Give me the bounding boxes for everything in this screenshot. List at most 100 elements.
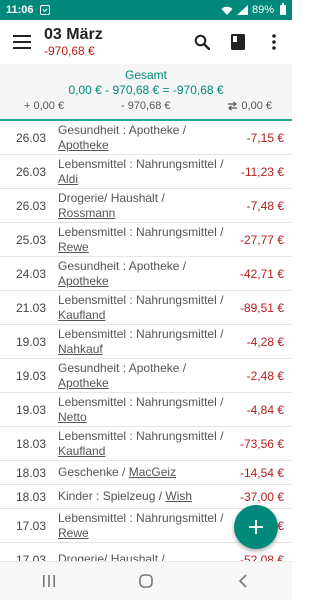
- transaction-category: Lebensmittel : Nahrungsmittel / Netto: [58, 394, 224, 424]
- summary-title: Gesamt: [124, 68, 167, 82]
- transaction-row[interactable]: 26.03 Drogerie/ Haushalt / Rossmann -7,48…: [0, 189, 292, 223]
- transaction-row[interactable]: 19.03 Lebensmittel : Nahrungsmittel / Na…: [0, 325, 292, 359]
- transaction-date: 21.03: [16, 300, 47, 315]
- transaction-amount: -4,28 €: [246, 334, 284, 349]
- summary-expense: - 970,68 €: [120, 100, 171, 112]
- transaction-payee[interactable]: Nahkauf: [58, 342, 103, 356]
- transaction-amount: -14,54 €: [239, 465, 284, 480]
- summary-income: + 0,00 €: [24, 100, 65, 112]
- recents-icon: [42, 575, 55, 587]
- page-subtitle-total: -970,68 €: [44, 44, 95, 58]
- nav-home-button[interactable]: [116, 562, 176, 600]
- transaction-row[interactable]: 25.03 Lebensmittel : Nahrungsmittel / Re…: [0, 223, 292, 257]
- transaction-payee[interactable]: Kaufland: [58, 308, 105, 322]
- transaction-row[interactable]: 19.03 Lebensmittel : Nahrungsmittel / Ne…: [0, 393, 292, 427]
- transaction-date: 18.03: [16, 465, 47, 480]
- transaction-amount: -37,00 €: [239, 489, 284, 504]
- transaction-date: 19.03: [16, 334, 47, 349]
- transaction-amount: -73,56 €: [239, 436, 284, 451]
- transaction-payee[interactable]: Netto: [58, 410, 87, 424]
- status-time: 11:06: [6, 4, 34, 16]
- transaction-row[interactable]: 19.03 Gesundheit : Apotheke / Apotheke -2…: [0, 359, 292, 393]
- transaction-category: Lebensmittel : Nahrungsmittel / Rewe: [58, 510, 224, 540]
- notification-icon: [39, 5, 50, 15]
- nav-recents-button[interactable]: [19, 562, 79, 600]
- menu-button[interactable]: [0, 20, 44, 64]
- transaction-row[interactable]: 18.03 Lebensmittel : Nahrungsmittel / Ka…: [0, 427, 292, 461]
- transaction-date: 17.03: [16, 518, 47, 533]
- transaction-amount: -11,23 €: [240, 164, 284, 179]
- menu-icon: [13, 35, 31, 49]
- transaction-date: 26.03: [16, 130, 47, 145]
- search-icon: [194, 34, 210, 50]
- more-vert-icon: [272, 34, 276, 50]
- summary-transfer: 0,00 €: [227, 98, 272, 114]
- app-bar-actions: [184, 20, 292, 64]
- transaction-row[interactable]: 26.03 Gesundheit : Apotheke / Apotheke -7…: [0, 121, 292, 155]
- transaction-category: Drogerie/ Haushalt / Rossmann: [58, 190, 165, 220]
- transaction-category: Lebensmittel : Nahrungsmittel / Kaufland: [58, 428, 224, 458]
- signal-icon: [236, 5, 248, 15]
- transaction-payee[interactable]: Rossmann: [58, 206, 115, 220]
- transaction-category: Gesundheit : Apotheke / Apotheke: [58, 122, 187, 152]
- transaction-date: 19.03: [16, 368, 47, 383]
- transaction-date: 19.03: [16, 402, 47, 417]
- book-button[interactable]: [220, 20, 256, 64]
- transaction-date: 26.03: [16, 164, 47, 179]
- search-button[interactable]: [184, 20, 220, 64]
- title-block[interactable]: 03 März -970,68 €: [44, 26, 103, 58]
- add-transaction-fab[interactable]: [234, 505, 278, 549]
- transaction-category: Lebensmittel : Nahrungsmittel / Kaufland: [58, 292, 224, 322]
- plus-icon: [249, 520, 263, 534]
- transaction-payee[interactable]: Rewe: [58, 526, 89, 540]
- transaction-row[interactable]: 18.03 Geschenke / MacGeiz -14,54 €: [0, 461, 292, 485]
- transaction-date: 24.03: [16, 266, 47, 281]
- transaction-payee[interactable]: Wish: [165, 489, 192, 503]
- transaction-category: Kinder : Spielzeug / Wish: [58, 489, 193, 503]
- page-title: 03 März: [44, 26, 103, 43]
- transaction-amount: -52,08 €: [239, 552, 284, 562]
- transaction-amount: -2,48 €: [246, 368, 284, 383]
- more-options-button[interactable]: [256, 20, 292, 64]
- transaction-payee[interactable]: Apotheke: [58, 376, 109, 390]
- transaction-category: Lebensmittel : Nahrungsmittel / Nahkauf: [58, 326, 224, 356]
- summary-formula: 0,00 € - 970,68 € = -970,68 €: [68, 83, 224, 97]
- transaction-amount: -7,48 €: [246, 198, 284, 213]
- wifi-icon: [221, 6, 233, 15]
- transaction-date: 17.03: [16, 552, 47, 562]
- transaction-row[interactable]: 26.03 Lebensmittel : Nahrungsmittel / Al…: [0, 155, 292, 189]
- transaction-category: Drogerie/ Haushalt /: [58, 552, 165, 561]
- transaction-category: Lebensmittel : Nahrungsmittel / Aldi: [58, 156, 224, 186]
- transaction-list: 26.03 Gesundheit : Apotheke / Apotheke -7…: [0, 121, 292, 561]
- transaction-payee[interactable]: MacGeiz: [129, 465, 176, 479]
- transaction-category: Geschenke / MacGeiz: [58, 465, 177, 479]
- summary-breakdown: + 0,00 € - 970,68 € 0,00 €: [0, 98, 292, 114]
- transaction-payee[interactable]: Aldi: [58, 172, 78, 186]
- transaction-row[interactable]: 21.03 Lebensmittel : Nahrungsmittel / Ka…: [0, 291, 292, 325]
- system-nav-bar: [0, 561, 292, 600]
- transaction-date: 18.03: [16, 489, 47, 504]
- nav-back-button[interactable]: [213, 562, 273, 600]
- transaction-payee[interactable]: Apotheke: [58, 274, 109, 288]
- transaction-date: 26.03: [16, 198, 47, 213]
- back-icon: [239, 574, 247, 588]
- transaction-row[interactable]: 24.03 Gesundheit : Apotheke / Apotheke -4…: [0, 257, 292, 291]
- app-bar: 03 März -970,68 €: [0, 20, 292, 64]
- transaction-payee[interactable]: Apotheke: [58, 138, 109, 152]
- transaction-date: 18.03: [16, 436, 47, 451]
- home-icon: [139, 574, 153, 588]
- transaction-category: Lebensmittel : Nahrungsmittel / Rewe: [58, 224, 224, 254]
- battery-percent: 89%: [251, 4, 274, 16]
- transaction-amount: -42,71 €: [239, 266, 284, 281]
- status-bar: 11:06 89%: [0, 0, 292, 20]
- transaction-category: Gesundheit : Apotheke / Apotheke: [58, 360, 187, 390]
- status-icons: 89%: [221, 3, 286, 16]
- transaction-payee[interactable]: Rewe: [58, 240, 89, 254]
- transaction-category: Gesundheit : Apotheke / Apotheke: [58, 258, 187, 288]
- transaction-amount: -27,77 €: [239, 232, 284, 247]
- summary-transfer-value: 0,00 €: [241, 100, 272, 112]
- summary-panel: Gesamt 0,00 € - 970,68 € = -970,68 € + 0…: [0, 64, 292, 120]
- transaction-payee[interactable]: Kaufland: [58, 444, 105, 458]
- transaction-date: 25.03: [16, 232, 47, 247]
- battery-icon: [280, 3, 286, 15]
